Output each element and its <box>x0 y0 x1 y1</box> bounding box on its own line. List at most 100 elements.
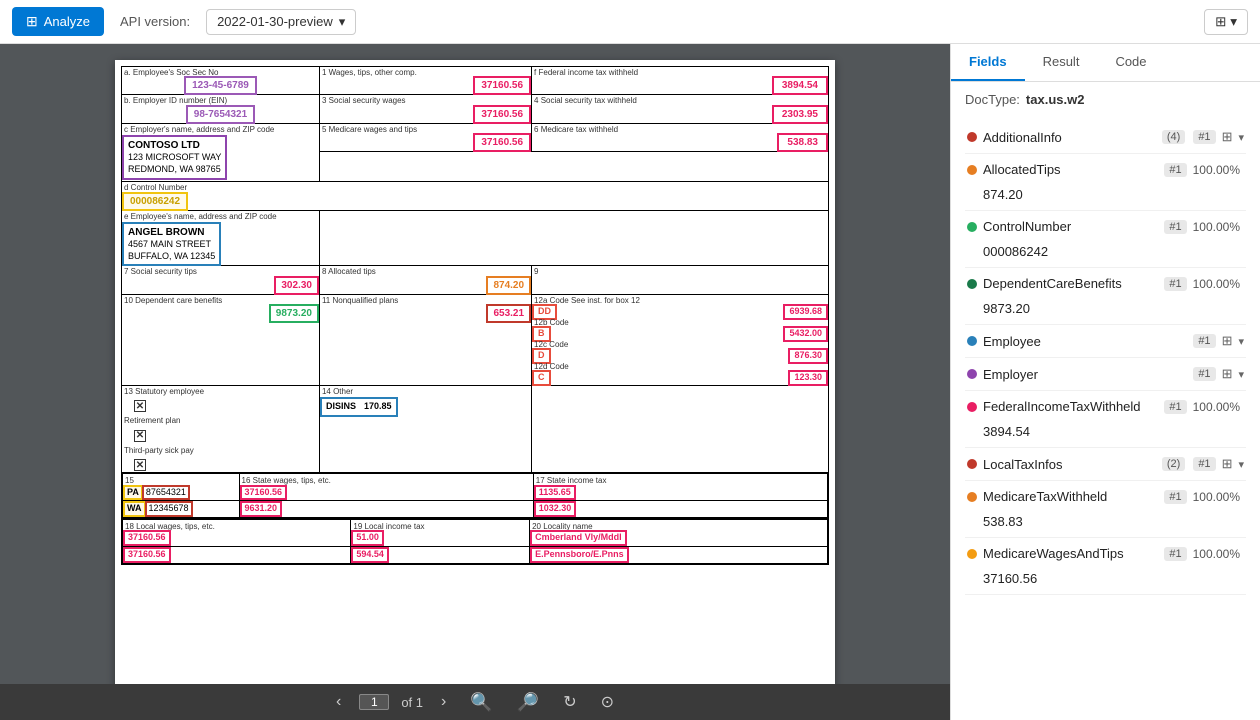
alloc-tips-value: 874.20 <box>488 278 529 293</box>
field-num-medicarewagesandtips: #1 <box>1164 547 1186 561</box>
main-layout: a. Employee's Soc Sec No 123-45-6789 1 W… <box>0 44 1260 720</box>
local-wages1: 37160.56 <box>125 532 169 544</box>
med-wages-value: 37160.56 <box>475 135 529 150</box>
field-header-employer[interactable]: Employer #1 ⊞ ▾ <box>965 358 1246 390</box>
state-tax1: 1135.65 <box>536 487 574 499</box>
field-dot-allocatedtips <box>967 165 977 175</box>
field-header-dependentcarebenefits[interactable]: DependentCareBenefits #1 100.00% <box>965 268 1246 299</box>
right-panel: Fields Result Code DocType: tax.us.w2 Ad… <box>950 44 1260 720</box>
field-dot-additionalinfo <box>967 132 977 142</box>
employee-addr2: BUFFALO, WA 12345 <box>128 251 215 263</box>
layers-icon: ⊞ <box>1215 14 1226 30</box>
field-item-employee: Employee #1 ⊞ ▾ <box>965 325 1246 358</box>
rotate-button[interactable]: ↻ <box>557 690 582 714</box>
doctype-label: DocType: <box>965 92 1020 107</box>
analyze-label: Analyze <box>44 14 90 29</box>
field-item-controlnumber: ControlNumber #1 100.00% 000086242 <box>965 211 1246 268</box>
field-header-medicaretaxwithheld[interactable]: MedicareTaxWithheld #1 100.00% <box>965 481 1246 512</box>
layers-button[interactable]: ⊞ ▾ <box>1204 9 1248 35</box>
code-12c: D <box>534 350 549 362</box>
field-dot-localtaxinfos <box>967 459 977 469</box>
field-dot-medicarewagesandtips <box>967 549 977 559</box>
table-icon-localtaxinfos[interactable]: ⊞ <box>1222 456 1233 472</box>
field-header-allocatedtips[interactable]: AllocatedTips #1 100.00% <box>965 154 1246 185</box>
field-num-employer: #1 <box>1193 367 1215 381</box>
field-value-controlnumber: 000086242 <box>965 242 1246 267</box>
employee-name: ANGEL BROWN <box>128 226 215 239</box>
field-header-federalincometaxwithheld[interactable]: FederalIncomeTaxWithheld #1 100.00% <box>965 391 1246 422</box>
val-12d: 123.30 <box>790 372 826 384</box>
state2: WA <box>125 503 144 515</box>
document-viewer: a. Employee's Soc Sec No 123-45-6789 1 W… <box>0 44 950 720</box>
api-version-label: API version: <box>120 14 190 29</box>
field-item-medicarewagesandtips: MedicareWagesAndTips #1 100.00% 37160.56 <box>965 538 1246 595</box>
reset-view-button[interactable]: ⊙ <box>595 690 620 714</box>
control-number-value: 000086242 <box>124 194 186 209</box>
page-total-label: of 1 <box>401 695 423 710</box>
field-dot-federalincometaxwithheld <box>967 402 977 412</box>
topbar: ⊞ Analyze API version: 2022-01-30-previe… <box>0 0 1260 44</box>
tab-result[interactable]: Result <box>1025 44 1098 81</box>
nonqual-value: 653.21 <box>488 306 529 321</box>
field-header-medicarewagesandtips[interactable]: MedicareWagesAndTips #1 100.00% <box>965 538 1246 569</box>
state-wages2: 9631.20 <box>242 503 281 515</box>
chevron-employee[interactable]: ▾ <box>1238 335 1244 348</box>
wages-value: 37160.56 <box>475 78 529 93</box>
w2-main-table: a. Employee's Soc Sec No 123-45-6789 1 W… <box>121 66 829 565</box>
ein-value: 98-7654321 <box>188 107 253 122</box>
field-item-localtaxinfos: LocalTaxInfos (2) #1 ⊞ ▾ <box>965 448 1246 481</box>
field-name-medicaretaxwithheld: MedicareTaxWithheld <box>983 489 1156 504</box>
prev-page-button[interactable]: ‹ <box>330 691 347 713</box>
tab-fields[interactable]: Fields <box>951 44 1025 81</box>
api-version-value: 2022-01-30-preview <box>217 14 333 29</box>
field-num-allocatedtips: #1 <box>1164 163 1186 177</box>
med-tax-value: 538.83 <box>779 135 826 150</box>
locality2: E.Pennsboro/E.Pnns <box>532 549 627 561</box>
other-label: DISINS <box>326 401 356 413</box>
page-number-input[interactable] <box>359 694 389 710</box>
state-wages1: 37160.56 <box>242 487 286 499</box>
table-icon-employer[interactable]: ⊞ <box>1222 366 1233 382</box>
field-dot-employer <box>967 369 977 379</box>
analyze-button[interactable]: ⊞ Analyze <box>12 7 104 36</box>
val-12a: 6939.68 <box>785 306 826 318</box>
state-ein1: 87654321 <box>144 487 188 499</box>
zoom-out-button[interactable]: 🔎 <box>511 690 545 715</box>
code-12d: C <box>534 372 549 384</box>
field-name-medicarewagesandtips: MedicareWagesAndTips <box>983 546 1156 561</box>
doctype-row: DocType: tax.us.w2 <box>965 92 1246 107</box>
zoom-in-button[interactable]: 🔍 <box>464 690 498 715</box>
field-num-controlnumber: #1 <box>1164 220 1186 234</box>
val-12b: 5432.00 <box>785 328 826 340</box>
field-item-dependentcarebenefits: DependentCareBenefits #1 100.00% 9873.20 <box>965 268 1246 325</box>
field-name-employee: Employee <box>983 334 1185 349</box>
document-content[interactable]: a. Employee's Soc Sec No 123-45-6789 1 W… <box>0 44 950 684</box>
employer-name: CONTOSO LTD <box>128 139 221 152</box>
field-header-employee[interactable]: Employee #1 ⊞ ▾ <box>965 325 1246 357</box>
field-header-localtaxinfos[interactable]: LocalTaxInfos (2) #1 ⊞ ▾ <box>965 448 1246 480</box>
chevron-additionalinfo[interactable]: ▾ <box>1238 131 1244 144</box>
tab-code[interactable]: Code <box>1097 44 1164 81</box>
fields-list: AdditionalInfo (4) #1 ⊞ ▾ AllocatedTips … <box>965 121 1246 595</box>
field-conf-dependentcarebenefits: 100.00% <box>1193 277 1240 291</box>
field-dot-controlnumber <box>967 222 977 232</box>
employer-addr2: REDMOND, WA 98765 <box>128 164 221 176</box>
field-name-controlnumber: ControlNumber <box>983 219 1156 234</box>
field-num-additionalinfo: #1 <box>1193 130 1215 144</box>
ss-tax-value: 2303.95 <box>774 107 826 122</box>
employer-addr1: 123 MICROSOFT WAY <box>128 152 221 164</box>
api-version-selector[interactable]: 2022-01-30-preview ▾ <box>206 9 356 35</box>
next-page-button[interactable]: › <box>435 691 452 713</box>
field-header-controlnumber[interactable]: ControlNumber #1 100.00% <box>965 211 1246 242</box>
field-value-dependentcarebenefits: 9873.20 <box>965 299 1246 324</box>
field-header-additionalinfo[interactable]: AdditionalInfo (4) #1 ⊞ ▾ <box>965 121 1246 153</box>
chevron-employer[interactable]: ▾ <box>1238 368 1244 381</box>
ss-tips-value: 302.30 <box>276 278 317 293</box>
table-icon-employee[interactable]: ⊞ <box>1222 333 1233 349</box>
field-dot-medicaretaxwithheld <box>967 492 977 502</box>
field-name-employer: Employer <box>983 367 1185 382</box>
chevron-localtaxinfos[interactable]: ▾ <box>1238 458 1244 471</box>
table-icon-additionalinfo[interactable]: ⊞ <box>1222 129 1233 145</box>
other-val: 170.85 <box>364 401 392 413</box>
ss-wages-value: 37160.56 <box>475 107 529 122</box>
